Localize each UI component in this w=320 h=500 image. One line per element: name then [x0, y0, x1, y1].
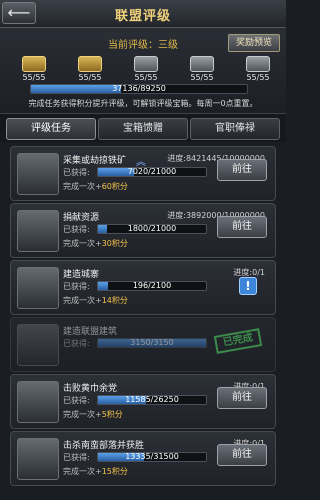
chest-row: 55/55 55/55 55/55 55/55 55/55 — [8, 56, 278, 84]
task-row: 捐献资源 进度:3892000/10000000 已获得: 1800/21000 完成一… — [10, 203, 276, 258]
task-progress-text: 1800/21000 — [127, 224, 177, 233]
chest-count: 55/55 — [134, 73, 158, 82]
task-progress-bar: 1800/21000 — [97, 224, 207, 234]
task-name: 击败黄巾余党 — [63, 384, 118, 394]
tab-rating-tasks[interactable]: 评级任务 — [6, 118, 96, 140]
chest-3[interactable]: 55/55 — [120, 56, 172, 84]
task-progress-text: 11585/26250 — [125, 395, 179, 404]
chest-4[interactable]: 55/55 — [176, 56, 228, 84]
task-reward: 完成一次+15积分 — [63, 466, 128, 477]
reward-preview-button[interactable]: 奖励预览 — [228, 34, 280, 52]
task-reward-label: 完成一次+ — [63, 296, 102, 305]
league-progress-bar: 37136/89250 — [30, 84, 248, 94]
obtained-label: 已获得: — [63, 282, 90, 291]
task-name: 捐献资源 — [63, 213, 100, 223]
obtained-label: 已获得: — [63, 453, 90, 462]
league-hint: 完成任务获得积分提升评级，可解锁评级宝箱。每周一0点重置。 — [28, 99, 258, 108]
chest-icon — [246, 56, 270, 72]
task-reward-points: 5积分 — [101, 410, 123, 419]
go-button[interactable]: 前往 — [217, 159, 267, 181]
go-button[interactable]: 前往 — [217, 216, 267, 238]
task-progress-text: 196/2100 — [132, 281, 172, 290]
tab-chest-gifts[interactable]: 宝箱馈赠 — [98, 118, 188, 140]
task-row: 建造联盟建筑 已获得: 3150/3150 已完成 — [10, 317, 276, 372]
task-reward: 完成一次+5积分 — [63, 409, 123, 420]
tab-bar: 评级任务 宝箱馈赠 官职俸禄 — [0, 114, 286, 142]
task-reward-label: 完成一次+ — [63, 467, 102, 476]
task-reward-points: 15积分 — [101, 467, 128, 476]
task-reward-points: 60积分 — [101, 182, 128, 191]
chest-2[interactable]: 55/55 — [64, 56, 116, 84]
task-reward-label: 完成一次+ — [63, 182, 102, 191]
obtained-label: 已获得: — [63, 339, 90, 348]
yellow-turban-icon — [17, 381, 59, 423]
obtained-label: 已获得: — [63, 225, 90, 234]
chest-icon — [78, 56, 102, 72]
task-progress-text: 7020/21000 — [127, 167, 177, 176]
chest-icon — [190, 56, 214, 72]
fortress-icon — [17, 267, 59, 309]
task-reward: 完成一次+60积分 — [63, 181, 128, 192]
task-row: 击败黄巾余党进度:0/1已获得:11585/26250完成一次+5积分前往 — [10, 374, 276, 429]
task-progress-text: 13335/31500 — [125, 452, 179, 461]
league-progress-text: 37136/89250 — [112, 84, 166, 93]
info-icon[interactable]: ! — [239, 277, 257, 295]
task-name: 建造城寨 — [63, 270, 100, 280]
task-progress-text: 3150/3150 — [130, 338, 174, 347]
chest-1[interactable]: 55/55 — [8, 56, 60, 84]
top-bar: ⟵ 联盟评级 — [0, 0, 286, 28]
go-button[interactable]: 前往 — [217, 444, 267, 466]
task-progress-bar: 7020/21000 — [97, 167, 207, 177]
task-reward: 完成一次+30积分 — [63, 238, 128, 249]
resources-icon — [17, 210, 59, 252]
task-reward-label: 完成一次+ — [63, 239, 102, 248]
completed-stamp: 已完成 — [213, 328, 263, 354]
task-progress-bar: 11585/26250 — [97, 395, 207, 405]
barbarian-tribe-icon — [17, 438, 59, 480]
task-name: 击杀南蛮部落并获胜 — [63, 441, 145, 451]
chest-count: 55/55 — [78, 73, 102, 82]
league-header: 当前评级：三级 奖励预览 55/55 55/55 55/55 55/55 55/… — [0, 28, 286, 114]
alliance-building-icon — [17, 324, 59, 366]
iron-ore-icon — [17, 153, 59, 195]
chevron-up-icon: ︽ — [136, 157, 146, 168]
task-row: 建造城寨 进度:0/1 已获得: 196/2100 完成一次+14积分! — [10, 260, 276, 315]
obtained-label: 已获得: — [63, 168, 90, 177]
task-progress-bar: 196/2100 — [97, 281, 207, 291]
task-name: 采集或劫掠铁矿 — [63, 156, 127, 166]
task-reward-points: 14积分 — [101, 296, 128, 305]
task-name: 建造联盟建筑 — [63, 327, 118, 337]
task-reward-label: 完成一次+ — [63, 410, 102, 419]
chest-icon — [134, 56, 158, 72]
task-progress-bar: 3150/3150 — [97, 338, 207, 348]
task-row: 击杀南蛮部落并获胜进度:0/1已获得:13335/31500完成一次+15积分前… — [10, 431, 276, 486]
chest-5[interactable]: 55/55 — [232, 56, 284, 84]
chest-icon — [22, 56, 46, 72]
task-reward-points: 30积分 — [101, 239, 128, 248]
tab-official-salary[interactable]: 官职俸禄 — [190, 118, 280, 140]
go-button[interactable]: 前往 — [217, 387, 267, 409]
task-progress-bar: 13335/31500 — [97, 452, 207, 462]
task-list: 采集或劫掠铁矿 ︽ 进度:8421445/10000000 已获得: 7020/2100… — [0, 142, 286, 500]
chest-count: 55/55 — [22, 73, 46, 82]
obtained-label: 已获得: — [63, 396, 90, 405]
task-reward: 完成一次+14积分 — [63, 295, 128, 306]
chest-count: 55/55 — [246, 73, 270, 82]
chest-count: 55/55 — [190, 73, 214, 82]
task-row: 采集或劫掠铁矿 ︽ 进度:8421445/10000000 已获得: 7020/2100… — [10, 146, 276, 201]
page-title: 联盟评级 — [114, 9, 171, 24]
